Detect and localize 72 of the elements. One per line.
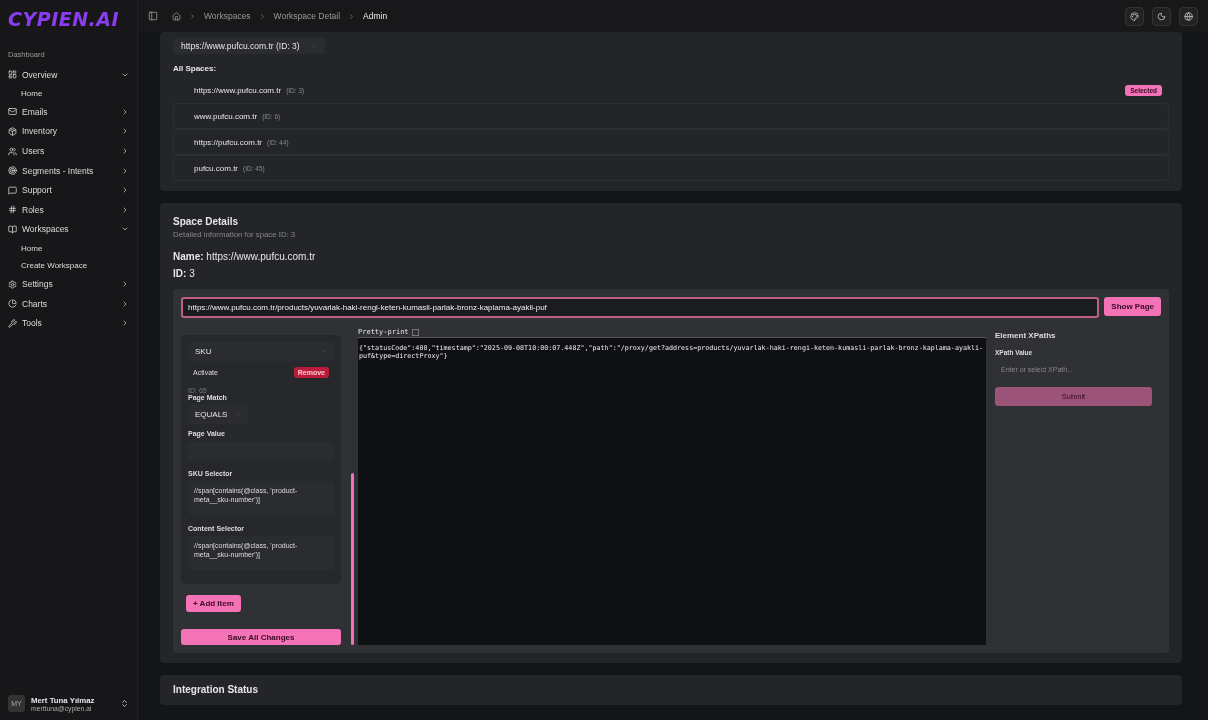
palette-button[interactable]	[1125, 6, 1144, 26]
nav-item[interactable]: Workspaces	[8, 219, 129, 240]
nav-item[interactable]: Settings	[8, 274, 129, 294]
section-heading: All Spaces:	[173, 64, 218, 73]
space-id-info: ID: 3	[173, 268, 196, 279]
chevron-icon	[189, 12, 196, 20]
chevron-icon	[348, 12, 356, 20]
nav-item[interactable]: Roles	[8, 200, 129, 220]
expand-icon[interactable]	[120, 699, 129, 708]
chevron-icon	[121, 319, 129, 328]
nav-subitem[interactable]: Home	[0, 84, 137, 103]
chevron-icon	[121, 147, 129, 156]
nav-item[interactable]: Emails	[8, 102, 129, 122]
space-select[interactable]: https://www.pufcu.com.tr (ID: 3)	[173, 38, 325, 54]
breadcrumb-link[interactable]: Workspaces	[204, 11, 251, 21]
breadcrumb-link[interactable]: Workspace Detail	[273, 11, 341, 21]
box-icon	[8, 127, 17, 136]
language-button[interactable]	[1179, 6, 1198, 26]
wrench-icon	[8, 318, 17, 328]
users-icon	[8, 146, 17, 156]
target-icon	[8, 166, 17, 176]
scrollbar[interactable]	[351, 473, 354, 645]
chevron-icon	[121, 186, 129, 195]
dark-mode-button[interactable]	[1152, 6, 1171, 26]
home-icon[interactable]	[172, 11, 181, 21]
save-button[interactable]: Save All Changes	[181, 629, 341, 645]
settings-icon	[8, 279, 17, 289]
brand-logo: CYPIEN.AI	[7, 8, 121, 32]
nav-subitem[interactable]: Home	[0, 239, 137, 257]
add-item-button[interactable]: + Add Item	[186, 595, 241, 612]
chevron-icon	[121, 299, 129, 308]
space-name: pufcu.com.tr	[194, 163, 238, 173]
mail-icon	[8, 107, 17, 117]
chevron-icon	[121, 280, 129, 289]
card-title: Integration Status	[173, 684, 259, 695]
match-select[interactable]: EQUALS	[188, 405, 248, 424]
nav-item[interactable]: Charts	[8, 293, 129, 314]
chevron-icon	[121, 107, 129, 116]
nav-subitem[interactable]: Create Workspace	[0, 256, 137, 275]
select-value: EQUALS	[195, 410, 228, 419]
card-title: Space Details	[173, 216, 240, 227]
select-value: SKU	[195, 347, 212, 356]
select-value: https://www.pufcu.com.tr (ID: 3)	[181, 41, 300, 51]
chat-icon	[8, 185, 17, 195]
nav-item[interactable]: Segments - Intents	[8, 160, 129, 181]
nav-item[interactable]: Users	[8, 141, 129, 161]
palette-icon	[1130, 11, 1139, 21]
pie-chart-icon	[8, 299, 17, 309]
dashboard-icon	[8, 70, 17, 80]
sidebar-toggle-icon[interactable]	[148, 11, 158, 21]
chevron-icon	[121, 127, 129, 136]
type-select[interactable]: SKU	[188, 342, 334, 361]
book-icon	[8, 224, 17, 234]
space-name: https://pufcu.com.tr	[194, 137, 263, 147]
nav-item[interactable]: Support	[8, 180, 129, 201]
nav-item[interactable]: Overview	[8, 65, 129, 85]
xpaths-title: Element XPaths	[995, 331, 1057, 340]
show-page-button[interactable]: Show Page	[1104, 297, 1161, 316]
globe-icon	[1184, 11, 1193, 21]
hash-icon	[8, 205, 17, 215]
chevron-icon	[258, 12, 266, 20]
space-name: www.pufcu.com.tr	[194, 111, 258, 121]
space-name: https://www.pufcu.com.tr	[194, 85, 282, 95]
url-input[interactable]: https://www.pufcu.com.tr/products/yuvarlak-haki-rengi-keten-kumasli-parlak-bronz-kaplama-ayakli-puf	[181, 297, 1100, 318]
chevron-icon	[121, 205, 129, 214]
space-name-info: Name: https://www.pufcu.com.tr	[173, 251, 317, 262]
nav-item[interactable]: Inventory	[8, 121, 129, 142]
nav-item[interactable]: Tools	[8, 313, 129, 334]
breadcrumb-link[interactable]: Admin	[363, 11, 388, 21]
pretty-print-checkbox[interactable]	[411, 328, 419, 336]
moon-icon	[1157, 11, 1166, 21]
chevron-icon	[121, 166, 129, 175]
